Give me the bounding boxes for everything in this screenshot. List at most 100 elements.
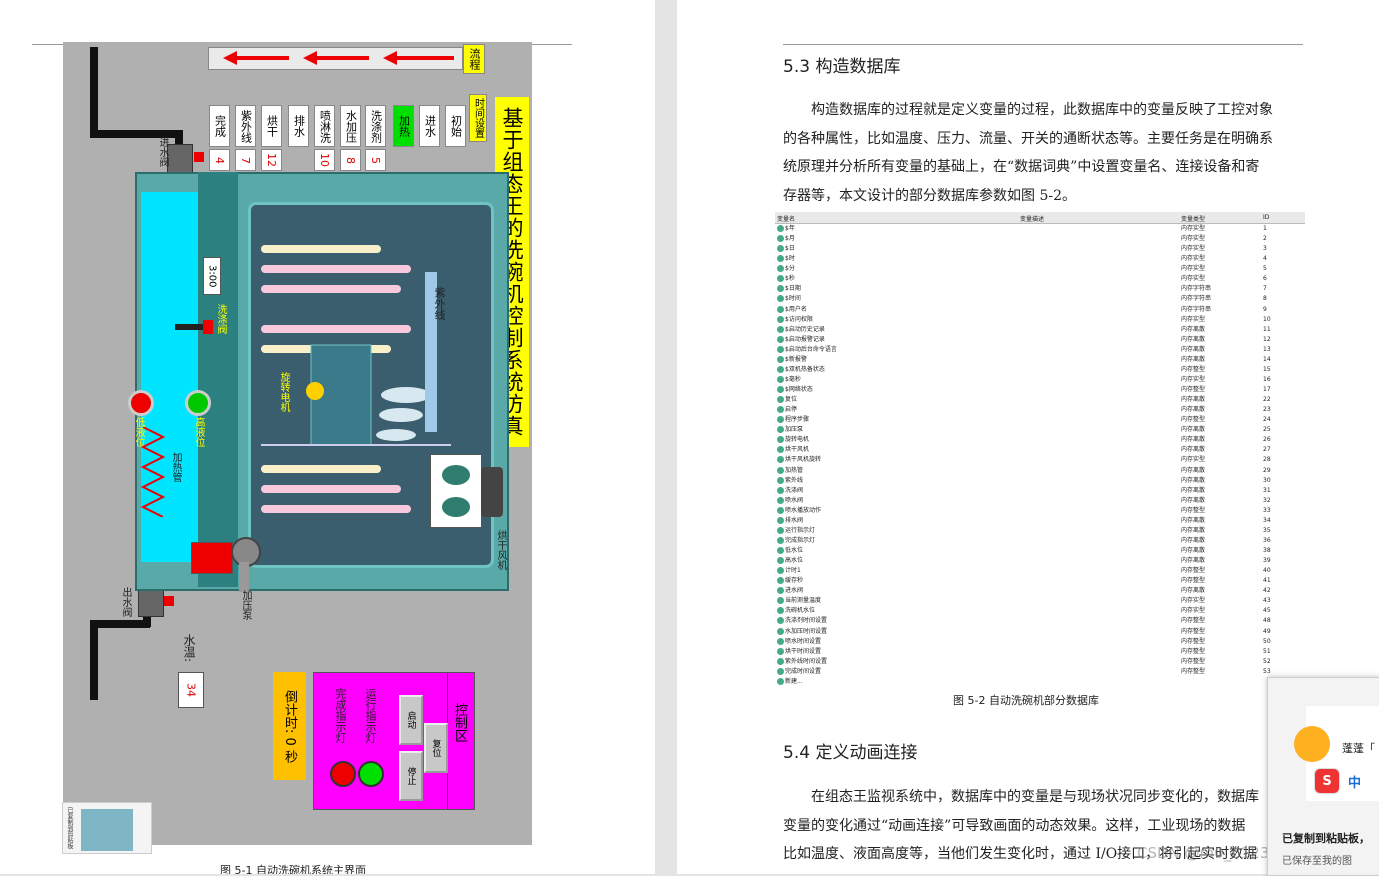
table-row[interactable]: 洗碗机水位 内存实型 45 <box>775 606 1305 616</box>
table-row[interactable]: 旋转电机 内存离散 26 <box>775 435 1305 445</box>
step-done: 完成 <box>209 105 230 147</box>
table-row[interactable]: $双机热备状态 内存整型 15 <box>775 365 1305 375</box>
table-row[interactable]: $网络状态 内存整型 17 <box>775 385 1305 395</box>
table-row[interactable]: $时间 内存字符串 8 <box>775 294 1305 304</box>
table-row[interactable]: $秒 内存实型 6 <box>775 274 1305 284</box>
table-row[interactable]: $启动报警记录 内存离散 12 <box>775 335 1305 345</box>
time-dry[interactable]: 12 <box>261 149 282 171</box>
variable-icon <box>777 547 784 554</box>
table-row[interactable]: 喷水时间设置 内存整型 50 <box>775 637 1305 647</box>
time-detergent[interactable]: 5 <box>365 149 386 171</box>
section-5-4-heading: 5.4 定义动画连接 <box>783 743 918 763</box>
clipboard-popup[interactable]: 蓬蓬「 S 中 已复制到粘贴板， 已保存至我的图 <box>1267 677 1379 876</box>
table-row[interactable]: $日 内存实型 3 <box>775 244 1305 254</box>
row-var-name: $毫秒 <box>777 375 801 385</box>
stop-button[interactable]: 停止 <box>399 751 423 801</box>
time-uv[interactable]: 7 <box>235 149 256 171</box>
table-row[interactable]: 进水阀 内存离散 42 <box>775 586 1305 596</box>
table-row[interactable]: 排水阀 内存离散 34 <box>775 516 1305 526</box>
time-spray[interactable]: 10 <box>314 149 335 171</box>
variable-icon <box>777 335 784 343</box>
table-row[interactable]: 烘干时间设置 内存整型 51 <box>775 647 1305 657</box>
row-var-type: 内存字符串 <box>1181 295 1212 303</box>
table-row[interactable]: 加压泵 内存离散 25 <box>775 425 1305 435</box>
row-var-name: 进水阀 <box>777 586 803 596</box>
table-row[interactable]: 高水位 内存离散 39 <box>775 556 1305 566</box>
table-row[interactable]: $时 内存实型 4 <box>775 254 1305 264</box>
table-row[interactable]: 完成指示灯 内存离散 36 <box>775 536 1305 546</box>
table-row[interactable]: $用户名 内存字符串 9 <box>775 305 1305 315</box>
table-row[interactable]: 水加压时间设置 内存整型 49 <box>775 627 1305 637</box>
row-id: 4 <box>1263 255 1267 263</box>
section-5-3-heading: 5.3 构造数据库 <box>783 57 901 77</box>
table-row[interactable]: 烘干风机 内存离散 27 <box>775 445 1305 455</box>
rotary-motor[interactable] <box>306 382 324 400</box>
thumbnail-preview[interactable]: 已复制到剪贴板 <box>62 802 152 854</box>
row-id: 5 <box>1263 265 1267 273</box>
time-done[interactable]: 4 <box>209 149 230 171</box>
table-row[interactable]: 当前测量温度 内存实型 43 <box>775 596 1305 606</box>
table-row[interactable]: 紫外线时间设置 内存整型 52 <box>775 657 1305 667</box>
outlet-valve-label: 出水阀 <box>120 587 131 617</box>
table-row[interactable]: $年 内存实型 1 <box>775 224 1305 234</box>
table-row[interactable]: 加热管 内存离散 29 <box>775 466 1305 476</box>
row-var-type: 内存离散 <box>1181 547 1206 554</box>
table-row[interactable]: $月 内存实型 2 <box>775 234 1305 244</box>
table-row[interactable]: 洗涤剂时间设置 内存整型 48 <box>775 616 1305 626</box>
table-row[interactable]: 烘干风机旋转 内存实型 28 <box>775 455 1305 465</box>
table-row[interactable]: 程序步骤 内存整型 24 <box>775 415 1305 425</box>
row-var-name: 加热管 <box>777 466 803 476</box>
row-var-type: 内存整型 <box>1181 667 1206 675</box>
table-row[interactable]: 完成时间设置 内存整型 53 <box>775 667 1305 677</box>
row-var-type: 内存离散 <box>1181 406 1206 414</box>
col-id: ID <box>1263 214 1270 221</box>
table-row[interactable]: 启停 内存离散 23 <box>775 405 1305 415</box>
time-pressurize[interactable]: 8 <box>340 149 361 171</box>
row-var-type: 内存离散 <box>1181 526 1206 534</box>
table-row[interactable]: $访问权限 内存实型 10 <box>775 315 1305 325</box>
water-temp-label: 水温: <box>182 634 196 663</box>
row-var-type: 内存离散 <box>1181 426 1206 434</box>
table-row[interactable]: 喷水播放动作 内存整型 33 <box>775 506 1305 516</box>
reset-button[interactable]: 复位 <box>424 723 448 773</box>
variable-icon <box>777 275 784 283</box>
outlet-valve[interactable] <box>138 587 164 617</box>
sogou-ime-icon[interactable]: S <box>1314 768 1340 794</box>
table-row[interactable]: $毫秒 内存实型 16 <box>775 375 1305 385</box>
row-id: 49 <box>1263 627 1271 635</box>
row-var-type: 内存离散 <box>1181 587 1206 595</box>
variable-icon <box>777 536 784 544</box>
table-header: 变量名 变量描述 变量类型 ID <box>775 212 1305 224</box>
row-var-type: 内存整型 <box>1181 647 1206 655</box>
table-row[interactable]: $启动后台命令语言 内存离散 13 <box>775 345 1305 355</box>
start-button[interactable]: 启动 <box>399 695 423 745</box>
table-row[interactable]: 计时1 内存整型 40 <box>775 566 1305 576</box>
col-var-name: 变量名 <box>777 216 796 223</box>
high-level-label: 高液位 <box>193 417 204 447</box>
table-row[interactable]: 低水位 内存离散 38 <box>775 546 1305 556</box>
table-row[interactable]: 紫外线 内存离散 30 <box>775 476 1305 486</box>
table-row[interactable]: 复位 内存离散 22 <box>775 395 1305 405</box>
detergent-valve[interactable] <box>175 324 205 330</box>
table-row[interactable]: 洗涤阀 内存离散 31 <box>775 486 1305 496</box>
sun-emoji-icon <box>1294 726 1330 762</box>
running-lamp <box>358 761 384 787</box>
table-row[interactable]: $日期 内存字符串 7 <box>775 284 1305 294</box>
table-row[interactable]: $分 内存实型 5 <box>775 264 1305 274</box>
table-row[interactable]: $新报警 内存离散 14 <box>775 355 1305 365</box>
variable-icon <box>777 607 784 615</box>
dry-fan-motor[interactable] <box>481 467 503 517</box>
row-id: 48 <box>1263 617 1271 625</box>
dry-fan-label: 烘干风机 <box>495 530 506 570</box>
table-row[interactable]: 运行指示灯 内存离散 35 <box>775 526 1305 536</box>
col-var-desc: 变量描述 <box>1020 216 1045 223</box>
table-row[interactable]: 缓存秒 内存整型 41 <box>775 576 1305 586</box>
ime-chinese-indicator[interactable]: 中 <box>1348 772 1361 791</box>
variable-icon <box>777 667 784 675</box>
row-var-type: 内存离散 <box>1181 496 1206 504</box>
variable-icon <box>777 466 784 474</box>
table-row[interactable]: $启动历史记录 内存离散 11 <box>775 325 1305 335</box>
table-row[interactable]: 喷水阀 内存离散 32 <box>775 496 1305 506</box>
table-row[interactable]: 新建... <box>775 677 1305 687</box>
row-var-type: 内存实型 <box>1181 597 1206 605</box>
